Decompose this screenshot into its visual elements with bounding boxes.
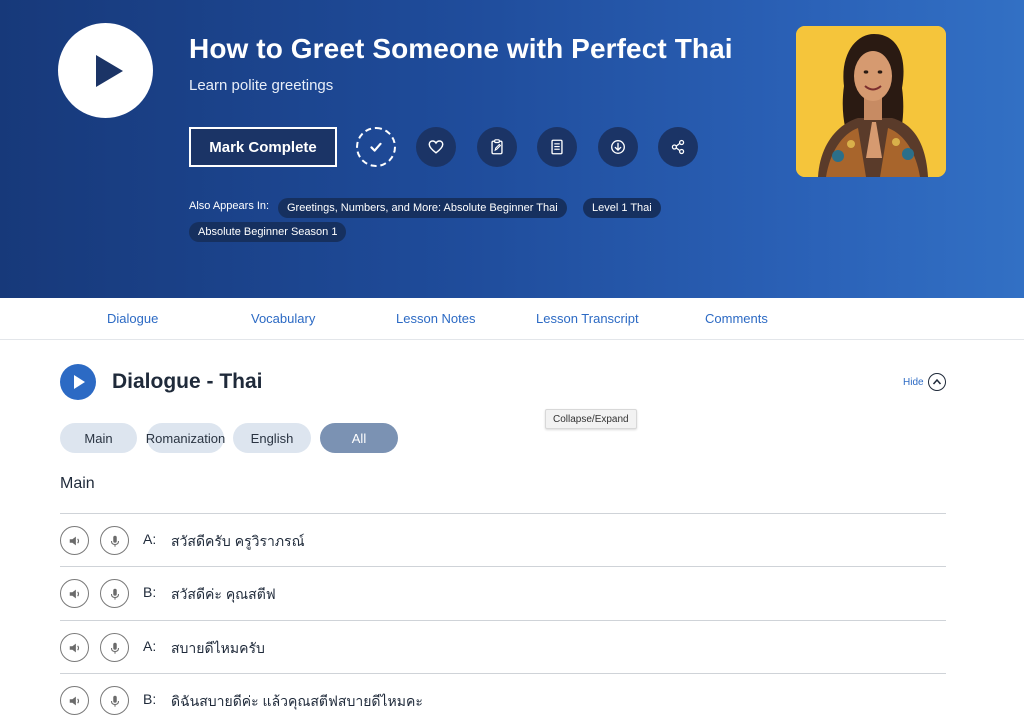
tab-comments[interactable]: Comments (705, 311, 768, 326)
download-icon (611, 140, 625, 154)
teacher-photo (796, 26, 946, 177)
tag-season[interactable]: Absolute Beginner Season 1 (189, 222, 347, 242)
line-text: สบายดีไหมครับ (171, 640, 265, 656)
filter-romanization[interactable]: Romanization (146, 423, 225, 453)
notes-icon (491, 139, 503, 155)
collapse-tooltip: Collapse/Expand (545, 409, 637, 429)
also-appears-label: Also Appears In: (189, 200, 270, 212)
check-icon (370, 142, 382, 152)
record-button[interactable] (100, 633, 129, 662)
heart-icon (428, 140, 444, 154)
play-audio-button[interactable] (60, 633, 89, 662)
play-dialogue-button[interactable] (60, 364, 96, 400)
notes-button[interactable] (477, 127, 517, 167)
check-button[interactable] (356, 127, 396, 167)
microphone-icon (110, 588, 119, 600)
dialogue-title: Dialogue - Thai (112, 370, 263, 393)
play-icon (96, 55, 123, 87)
dialogue-line: B: สวัสดีค่ะ คุณสตีฟ (60, 566, 946, 620)
pdf-icon (551, 139, 563, 155)
share-icon (671, 139, 685, 155)
pdf-button[interactable] (537, 127, 577, 167)
lesson-tabs: Dialogue Vocabulary Lesson Notes Lesson … (0, 298, 1024, 340)
record-button[interactable] (100, 526, 129, 555)
filter-all[interactable]: All (320, 423, 398, 453)
line-text: ดิฉันสบายดีค่ะ แล้วคุณสตีฟสบายดีไหมคะ (171, 693, 423, 709)
play-lesson-button[interactable] (58, 23, 153, 118)
speaker-icon (69, 536, 79, 545)
lesson-subtitle: Learn polite greetings (189, 77, 334, 94)
play-audio-button[interactable] (60, 686, 89, 715)
line-text: สวัสดีค่ะ คุณสตีฟ (171, 586, 276, 602)
collapse-button[interactable] (928, 373, 946, 391)
speaker-label: B: (143, 691, 157, 707)
tab-vocabulary[interactable]: Vocabulary (251, 311, 315, 326)
tab-lesson-notes[interactable]: Lesson Notes (396, 311, 476, 326)
tab-lesson-transcript[interactable]: Lesson Transcript (536, 311, 639, 326)
download-button[interactable] (598, 127, 638, 167)
dialogue-line: B: ดิฉันสบายดีค่ะ แล้วคุณสตีฟสบายดีไหมคะ (60, 673, 946, 723)
speaker-icon (69, 589, 79, 598)
record-button[interactable] (100, 686, 129, 715)
filter-main[interactable]: Main (60, 423, 137, 453)
microphone-icon (110, 642, 119, 654)
favorite-button[interactable] (416, 127, 456, 167)
lesson-title: How to Greet Someone with Perfect Thai (189, 33, 733, 64)
microphone-icon (110, 695, 119, 707)
filter-english[interactable]: English (233, 423, 311, 453)
line-text: สวัสดีครับ ครูวิราภรณ์ (171, 533, 305, 549)
play-audio-button[interactable] (60, 526, 89, 555)
play-audio-button[interactable] (60, 579, 89, 608)
tab-dialogue[interactable]: Dialogue (107, 311, 158, 326)
microphone-icon (110, 535, 119, 547)
speaker-label: B: (143, 584, 157, 600)
dialogue-line: A: สบายดีไหมครับ (60, 620, 946, 674)
mark-complete-button[interactable]: Mark Complete (189, 127, 337, 167)
tag-level[interactable]: Level 1 Thai (583, 198, 661, 218)
section-heading: Main (60, 475, 95, 492)
speaker-icon (69, 696, 79, 705)
hide-link[interactable]: Hide (903, 377, 924, 388)
tag-series[interactable]: Greetings, Numbers, and More: Absolute B… (278, 198, 567, 218)
lesson-thumbnail (796, 26, 946, 177)
lesson-header: How to Greet Someone with Perfect Thai L… (0, 0, 1024, 298)
share-button[interactable] (658, 127, 698, 167)
speaker-icon (69, 643, 79, 652)
chevron-up-icon (932, 378, 942, 385)
speaker-label: A: (143, 531, 157, 547)
play-icon (74, 375, 85, 389)
dialogue-line: A: สวัสดีครับ ครูวิราภรณ์ (60, 513, 946, 567)
record-button[interactable] (100, 579, 129, 608)
speaker-label: A: (143, 638, 157, 654)
